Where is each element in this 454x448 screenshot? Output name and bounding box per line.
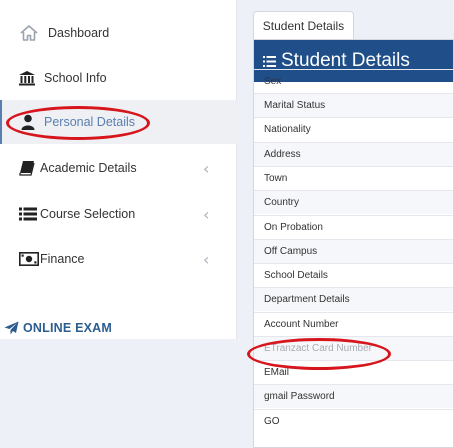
sidebar-item-course-selection[interactable]: Course Selection ‹ bbox=[0, 192, 236, 236]
list-item[interactable]: Nationality bbox=[254, 117, 453, 141]
chevron-left-icon: ‹ bbox=[203, 204, 210, 224]
list-item[interactable]: On Probation bbox=[254, 214, 453, 239]
list-item[interactable]: Town bbox=[254, 166, 453, 190]
list-item[interactable]: ETranzact Card Number bbox=[254, 336, 453, 360]
user-icon bbox=[21, 114, 35, 130]
sidebar-item-school-info[interactable]: School Info bbox=[0, 56, 236, 100]
sidebar: Dashboard School Info Personal Details A… bbox=[0, 0, 238, 339]
list-item[interactable]: Sex bbox=[254, 69, 453, 93]
student-details-panel: Student Details Sex Marital Status Natio… bbox=[253, 39, 454, 448]
sidebar-item-dashboard[interactable]: Dashboard bbox=[0, 11, 236, 55]
list-item[interactable]: School Details bbox=[254, 263, 453, 287]
list-item[interactable]: Marital Status bbox=[254, 93, 453, 117]
sidebar-item-label: Personal Details bbox=[44, 115, 136, 129]
sidebar-item-academic-details[interactable]: Academic Details ‹ bbox=[0, 146, 236, 190]
list-item[interactable]: Country bbox=[254, 190, 453, 214]
home-icon bbox=[19, 24, 39, 42]
sidebar-item-label: Dashboard bbox=[48, 26, 110, 40]
sidebar-item-label: School Info bbox=[44, 71, 107, 85]
sidebar-item-label: Finance bbox=[40, 252, 85, 266]
bank-icon bbox=[18, 70, 36, 86]
list-icon bbox=[19, 207, 37, 221]
online-exam-label: ONLINE EXAM bbox=[23, 321, 113, 335]
list-item[interactable]: Department Details bbox=[254, 287, 453, 311]
list-item[interactable]: gmail Password bbox=[254, 384, 453, 408]
money-icon bbox=[19, 252, 39, 266]
list-item[interactable]: Account Number bbox=[254, 311, 453, 336]
tab-label: Student Details bbox=[262, 18, 345, 33]
list-item[interactable]: GO bbox=[254, 408, 453, 433]
list-item[interactable]: Address bbox=[254, 141, 453, 166]
list-item[interactable]: Off Campus bbox=[254, 239, 453, 263]
sidebar-item-label: Course Selection bbox=[40, 207, 136, 221]
sidebar-item-finance[interactable]: Finance ‹ bbox=[0, 237, 236, 281]
book-icon bbox=[19, 160, 35, 176]
paper-plane-icon bbox=[4, 321, 19, 335]
list-item[interactable]: EMail bbox=[254, 360, 453, 384]
chevron-left-icon: ‹ bbox=[203, 249, 210, 269]
sidebar-item-personal-details[interactable]: Personal Details bbox=[0, 100, 238, 144]
online-exam-link[interactable]: ONLINE EXAM bbox=[4, 321, 112, 335]
sidebar-item-label: Academic Details bbox=[40, 161, 137, 175]
list-icon bbox=[263, 55, 276, 67]
tab-student-details[interactable]: Student Details bbox=[253, 11, 354, 39]
chevron-left-icon: ‹ bbox=[203, 158, 210, 178]
